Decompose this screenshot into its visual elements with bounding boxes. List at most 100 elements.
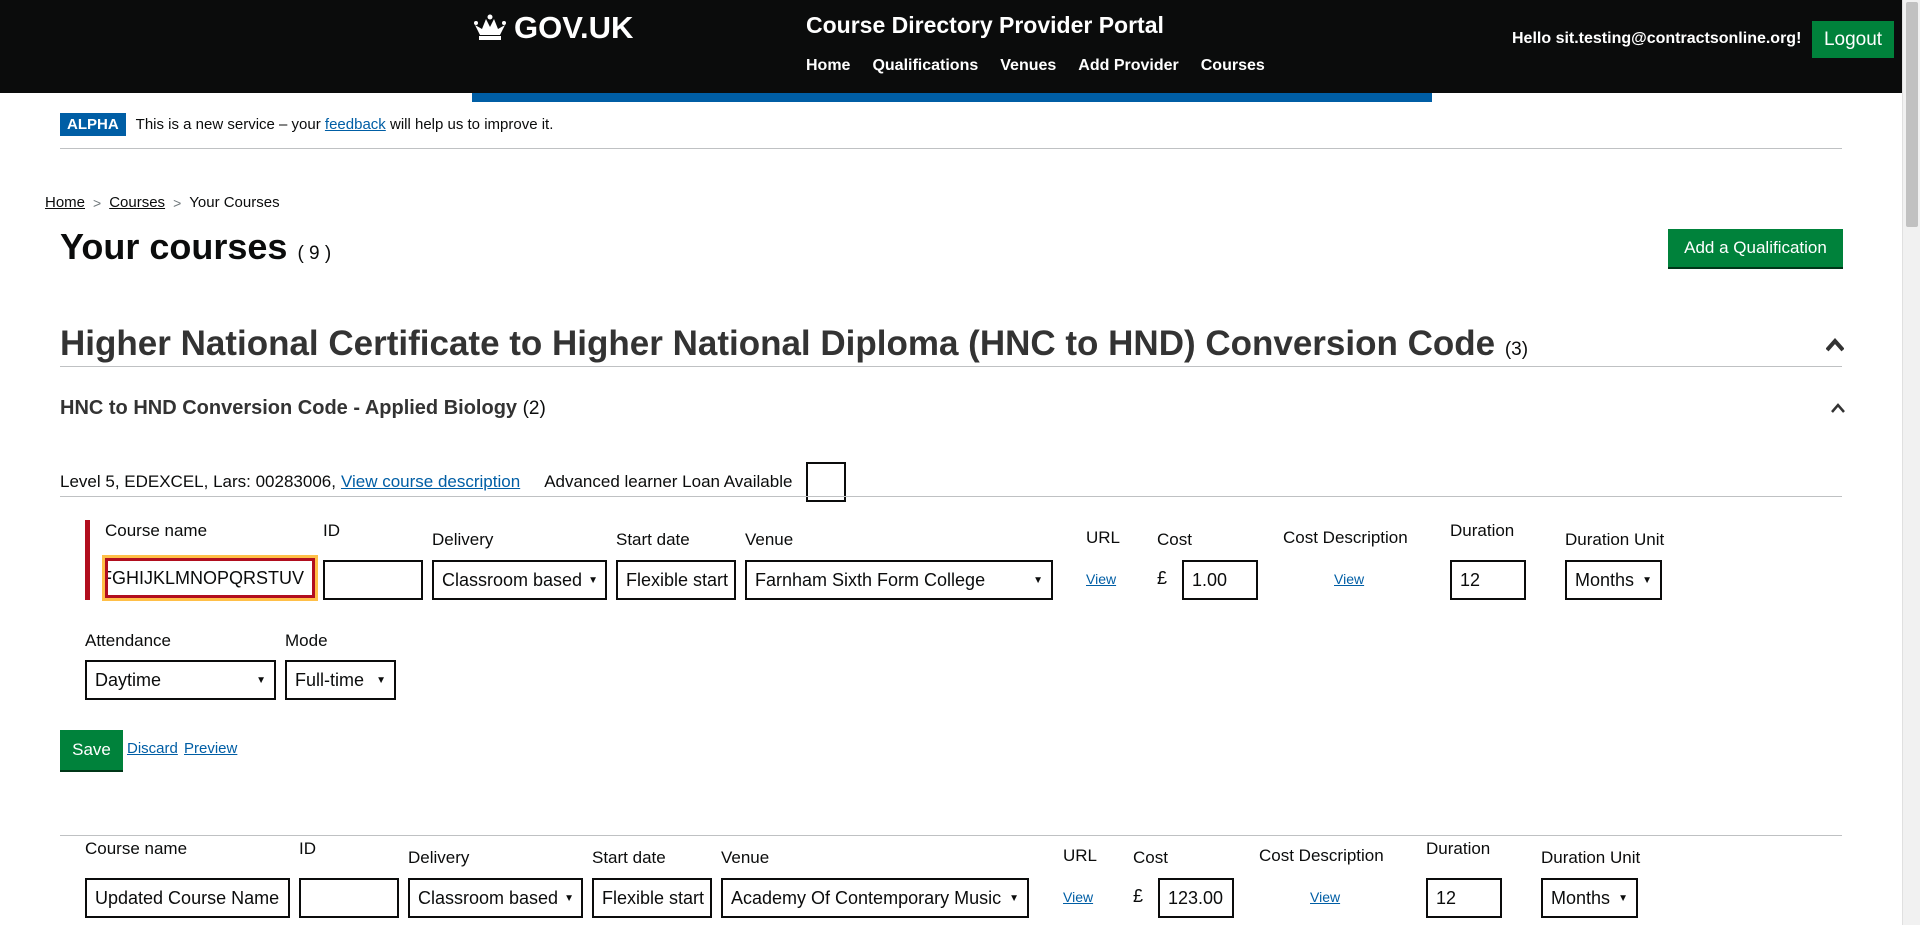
duration-unit-label: Duration Unit <box>1541 848 1641 867</box>
chevron-up-icon[interactable] <box>1826 338 1844 352</box>
dropdown-caret-icon: ▼ <box>376 674 386 686</box>
nav-add-provider[interactable]: Add Provider <box>1078 57 1178 75</box>
dropdown-caret-icon: ▼ <box>1642 574 1652 586</box>
duration-label: Duration <box>1426 839 1491 858</box>
course-name-input[interactable]: Updated Course Name <box>85 878 290 918</box>
qualification-heading[interactable]: Higher National Certificate to Higher Na… <box>60 324 1528 364</box>
divider <box>60 835 1842 836</box>
save-button[interactable]: Save <box>60 730 123 770</box>
cost-input[interactable]: 1.00 <box>1182 560 1258 600</box>
loan-label: Advanced learner Loan Available <box>544 472 793 491</box>
course-meta-text: Level 5, EDEXCEL, Lars: 00283006, <box>60 472 336 491</box>
crown-icon <box>474 14 506 40</box>
attendance-value: Daytime <box>95 669 162 690</box>
phase-banner: ALPHA This is a new service – your feedb… <box>60 113 553 136</box>
attendance-select[interactable]: Daytime ▼ <box>85 660 276 700</box>
delivery-select[interactable]: Classroom based ▼ <box>432 560 607 600</box>
feedback-link[interactable]: feedback <box>325 116 386 133</box>
discard-link[interactable]: Discard <box>127 740 178 757</box>
id-label: ID <box>299 839 316 858</box>
duration-input[interactable]: 12 <box>1426 878 1502 918</box>
dropdown-caret-icon: ▼ <box>564 892 574 904</box>
cost-label: Cost <box>1133 848 1168 867</box>
logo-text: GOV.UK <box>514 10 634 45</box>
view-course-description-link[interactable]: View course description <box>341 472 520 492</box>
course-group-count: (2) <box>522 398 546 419</box>
qualification-count: (3) <box>1504 339 1529 360</box>
phase-tag: ALPHA <box>60 113 126 136</box>
start-date-label: Start date <box>592 848 666 867</box>
delivery-label: Delivery <box>408 848 470 867</box>
delivery-select[interactable]: Classroom based ▼ <box>408 878 583 918</box>
venue-select[interactable]: Academy Of Contemporary Music ▼ <box>721 878 1029 918</box>
course-name-label: Course name <box>85 839 188 858</box>
venue-value: Farnham Sixth Form College <box>755 569 986 590</box>
page-scrollbar[interactable] <box>1902 0 1920 925</box>
attendance-label: Attendance <box>85 631 172 650</box>
chevron-right-icon: > <box>93 194 102 211</box>
venue-select[interactable]: Farnham Sixth Form College ▼ <box>745 560 1053 600</box>
breadcrumb: Home > Courses > Your Courses <box>45 194 280 211</box>
course-name-input[interactable]: FGHIJKLMNOPQRSTUV <box>102 555 318 601</box>
cost-description-view-link[interactable]: View <box>1334 571 1364 587</box>
nav-venues[interactable]: Venues <box>1000 57 1056 75</box>
logout-button[interactable]: Logout <box>1812 21 1894 58</box>
divider <box>60 496 1842 497</box>
divider <box>60 366 1842 367</box>
chevron-up-icon[interactable] <box>1831 403 1845 413</box>
venue-label: Venue <box>745 530 794 549</box>
delivery-value: Classroom based <box>442 569 583 590</box>
cost-description-label: Cost Description <box>1259 846 1384 865</box>
start-date-label: Start date <box>616 530 690 549</box>
duration-input[interactable]: 12 <box>1450 560 1526 600</box>
phase-text-before: This is a new service – your <box>135 116 321 133</box>
duration-unit-value: Months <box>1551 887 1611 908</box>
qualification-title: Higher National Certificate to Higher Na… <box>60 324 1496 363</box>
header-accent-bar <box>472 93 1432 102</box>
mode-label: Mode <box>285 631 328 650</box>
url-view-link[interactable]: View <box>1063 889 1093 905</box>
nav-courses[interactable]: Courses <box>1201 57 1265 75</box>
start-date-input[interactable]: Flexible start <box>592 878 712 918</box>
duration-unit-select[interactable]: Months ▼ <box>1541 878 1638 918</box>
dropdown-caret-icon: ▼ <box>1618 892 1628 904</box>
error-indicator <box>85 520 90 600</box>
start-date-input[interactable]: Flexible start <box>616 560 736 600</box>
mode-select[interactable]: Full-time ▼ <box>285 660 396 700</box>
site-header: GOV.UK Course Directory Provider Portal … <box>0 0 1902 93</box>
page-title-text: Your courses <box>60 226 288 267</box>
dropdown-caret-icon: ▼ <box>1009 892 1019 904</box>
govuk-logo[interactable]: GOV.UK <box>472 10 633 46</box>
breadcrumb-current: Your Courses <box>189 194 280 211</box>
portal-title[interactable]: Course Directory Provider Portal <box>806 12 1164 39</box>
currency-symbol: £ <box>1157 568 1168 588</box>
scrollbar-thumb[interactable] <box>1906 2 1918 227</box>
url-view-link[interactable]: View <box>1086 571 1116 587</box>
url-label: URL <box>1063 846 1098 865</box>
main-nav: Home Qualifications Venues Add Provider … <box>806 57 1265 75</box>
url-label: URL <box>1086 528 1121 547</box>
add-qualification-button[interactable]: Add a Qualification <box>1668 229 1843 267</box>
duration-unit-value: Months <box>1575 569 1635 590</box>
nav-home[interactable]: Home <box>806 57 850 75</box>
course-id-input[interactable] <box>299 878 399 918</box>
id-label: ID <box>323 521 340 540</box>
page-title: Your courses ( 9 ) <box>60 226 331 268</box>
preview-link[interactable]: Preview <box>184 740 237 757</box>
chevron-right-icon: > <box>173 194 182 211</box>
course-count: ( 9 ) <box>297 243 332 264</box>
course-group-heading[interactable]: HNC to HND Conversion Code - Applied Bio… <box>60 397 546 420</box>
venue-label: Venue <box>721 848 770 867</box>
phase-text-after: will help us to improve it. <box>389 116 554 133</box>
duration-unit-select[interactable]: Months ▼ <box>1565 560 1662 600</box>
nav-qualifications[interactable]: Qualifications <box>872 57 978 75</box>
course-id-input[interactable] <box>323 560 423 600</box>
divider <box>60 148 1842 149</box>
cost-description-view-link[interactable]: View <box>1310 889 1340 905</box>
cost-input[interactable]: 123.00 <box>1158 878 1234 918</box>
user-greeting: Hello sit.testing@contractsonline.org! <box>1512 30 1802 47</box>
breadcrumb-courses[interactable]: Courses <box>109 194 165 211</box>
cost-description-label: Cost Description <box>1283 528 1408 547</box>
duration-unit-label: Duration Unit <box>1565 530 1665 549</box>
breadcrumb-home[interactable]: Home <box>45 194 85 211</box>
